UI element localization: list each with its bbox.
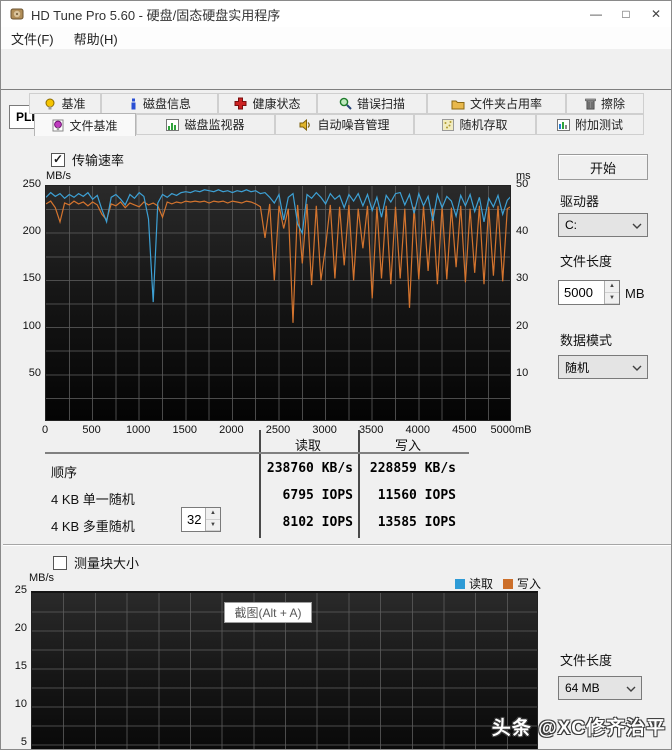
titlebar: HD Tune Pro 5.60 - 硬盘/固态硬盘实用程序 — □ ✕ [1,1,671,27]
block-file-length-select[interactable]: 64 MB [558,676,642,700]
start-button[interactable]: 开始 [558,154,648,180]
legend-read-label: 读取 [469,577,494,591]
tab-erase[interactable]: 擦除 [566,93,644,114]
y2-axis-ticks: 50 40 30 20 10 [516,178,529,379]
window-title: HD Tune Pro 5.60 - 硬盘/固态硬盘实用程序 [31,7,281,23]
block-file-length-label: 文件长度 [560,653,613,668]
block-size-checkbox[interactable]: 测量块大小 [53,553,139,572]
sequential-read-value: 238760 KB/s [266,461,353,476]
stepper-up-icon[interactable]: ▲ [206,508,220,520]
legend-read-swatch [455,578,465,589]
queue-depth-stepper[interactable]: 32 ▲ ▼ [181,507,221,532]
mini-chart-icon [556,118,570,131]
tab-aam[interactable]: 自动噪音管理 [275,114,414,135]
file-length-label: 文件长度 [560,254,613,269]
legend-write-label: 写入 [517,577,542,591]
4k-multi-write-value: 13585 IOPS [377,515,456,530]
screenshot-tooltip: 截图(Alt + A) [224,602,312,623]
tab-benchmark[interactable]: 基准 [29,93,101,114]
folder-icon [451,100,465,109]
4k-single-write-value: 11560 IOPS [377,488,456,503]
bulb-purple-icon [52,119,64,131]
toolbar: PLEXTOR PX-256M8VC (256 gB) 25℃ 退出 [1,49,671,131]
transfer-rate-label: 传输速率 [72,153,125,168]
sequential-write-value: 228859 KB/s [369,461,456,476]
section-divider [3,544,671,546]
tab-extra-tests[interactable]: 附加测试 [536,114,644,135]
app-icon [10,8,24,20]
trash-icon [585,98,596,110]
hdtune-window: HD Tune Pro 5.60 - 硬盘/固态硬盘实用程序 — □ ✕ 文件(… [0,0,672,750]
tab-folder-usage[interactable]: 文件夹占用率 [427,93,566,114]
legend-write-swatch [503,578,514,589]
magnifier-icon [339,97,352,110]
menu-file[interactable]: 文件(F) [1,27,64,50]
tab-disk-info[interactable]: 磁盘信息 [101,93,218,114]
menubar: 文件(F) 帮助(H) [1,27,671,49]
red-cross-icon [234,97,247,110]
row-4k-multi-label: 4 KB 多重随机 [51,519,135,534]
target-drive-value: C: [565,218,577,232]
stepper-down-icon[interactable]: ▼ [206,519,220,531]
4k-multi-read-value: 8102 IOPS [282,515,353,530]
maximize-button[interactable]: □ [611,1,641,27]
chevron-down-icon [632,365,642,371]
tab-file-benchmark[interactable]: 文件基准 [34,113,136,136]
row-sequential-label: 顺序 [51,465,78,480]
data-mode-select[interactable]: 随机 [558,355,648,379]
green-chart-icon [166,118,180,131]
4k-single-read-value: 6795 IOPS [282,488,353,503]
close-button[interactable]: ✕ [641,1,671,27]
minimize-button[interactable]: — [581,1,611,27]
data-mode-label: 数据模式 [560,333,613,348]
tab-disk-monitor[interactable]: 磁盘监视器 [136,114,275,135]
bulb-yellow-icon [45,98,55,109]
queue-depth-value: 32 [187,512,202,527]
row-4k-single-label: 4 KB 单一随机 [51,492,135,507]
stepper-up-icon[interactable]: ▲ [605,281,619,293]
watermark: 头条 @XC修齐治平 [491,718,666,739]
tab-health[interactable]: 健康状态 [218,93,317,114]
tab-error-scan[interactable]: 错误扫描 [317,93,427,114]
chevron-down-icon [626,686,636,692]
transfer-rate-checkbox[interactable]: 传输速率 [51,150,124,169]
bottom-y-axis-ticks: 25 20 15 10 5 [14,584,27,748]
file-length-unit: MB [625,286,645,301]
y-axis-ticks: 250 200 150 100 50 [22,178,41,379]
file-length-value: 5000 [564,285,593,300]
chevron-down-icon [632,223,642,229]
data-mode-value: 随机 [565,360,590,375]
checkbox-checked-icon [51,152,65,167]
y-axis-unit: MB/s [46,170,72,182]
stepper-down-icon[interactable]: ▼ [605,292,619,304]
tab-random-access[interactable]: 随机存取 [414,114,536,135]
info-icon [131,98,136,109]
target-drive-select[interactable]: C: [558,213,648,237]
bottom-y-axis-unit: MB/s [29,572,55,584]
block-file-length-value: 64 MB [565,681,600,695]
speaker-icon [299,118,311,131]
dots-icon [442,118,455,131]
block-size-label: 测量块大小 [74,556,140,571]
file-length-stepper[interactable]: 5000 ▲ ▼ [558,280,620,305]
transfer-rate-chart [45,185,511,421]
menu-help[interactable]: 帮助(H) [64,27,128,50]
drive-label: 驱动器 [560,194,600,209]
chart-legend: 读取 写入 [455,575,541,592]
checkbox-unchecked-icon [53,555,67,570]
